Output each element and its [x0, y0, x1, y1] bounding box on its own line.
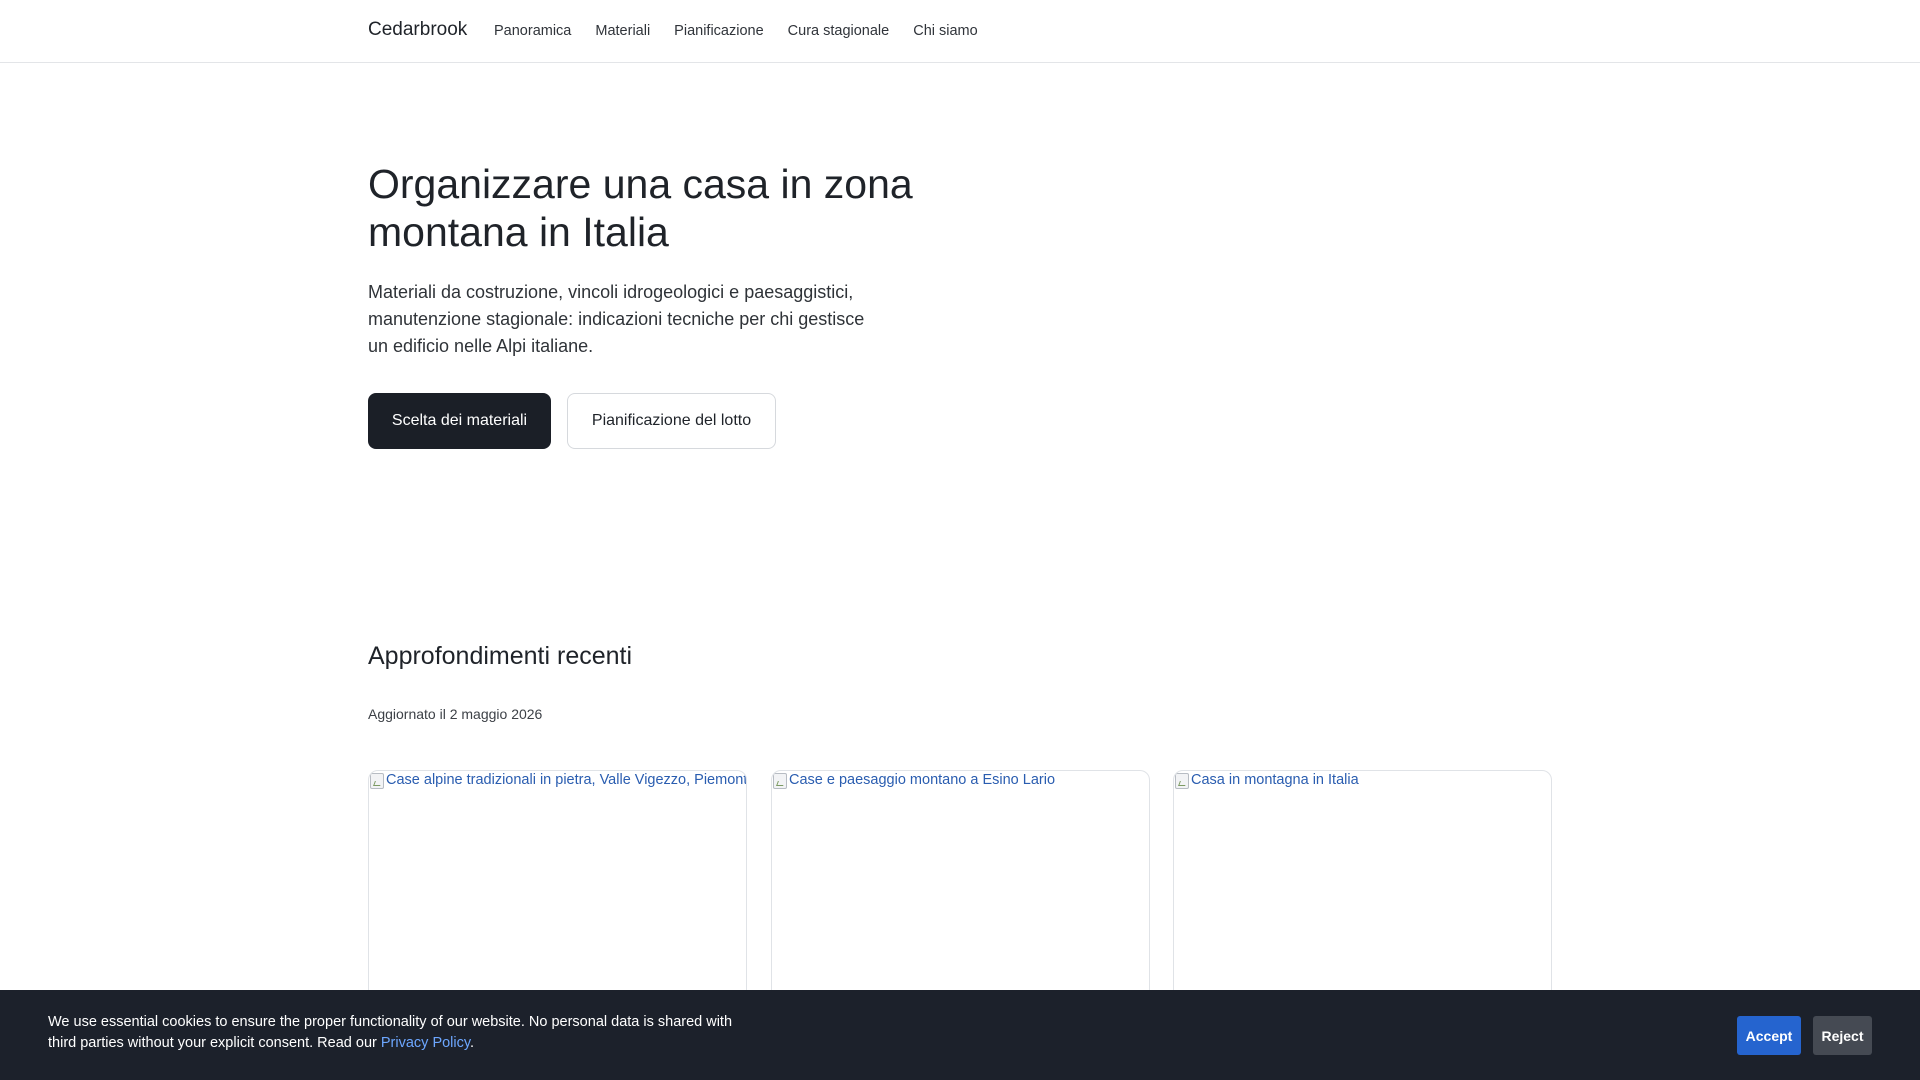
- materials-button[interactable]: Scelta dei materiali: [368, 393, 551, 449]
- nav-chi-siamo[interactable]: Chi siamo: [913, 22, 977, 40]
- page: Cedarbrook Panoramica Materiali Pianific…: [0, 0, 1920, 1080]
- privacy-policy-link[interactable]: Privacy Policy: [381, 1035, 470, 1051]
- nav-cura-stagionale[interactable]: Cura stagionale: [788, 22, 890, 40]
- card-image-link[interactable]: Case alpine tradizionali in pietra, Vall…: [369, 771, 746, 790]
- cookie-message: We use essential cookies to ensure the p…: [48, 1012, 738, 1054]
- site-header: Cedarbrook Panoramica Materiali Pianific…: [0, 0, 1920, 63]
- accept-cookies-button[interactable]: Accept: [1737, 1016, 1801, 1055]
- card-image-link[interactable]: Casa in montagna in Italia: [1174, 771, 1551, 790]
- updated-date: Aggiornato il 2 maggio 2026: [368, 706, 543, 722]
- reject-cookies-button[interactable]: Reject: [1813, 1016, 1872, 1055]
- main-nav: Panoramica Materiali Pianificazione Cura…: [494, 22, 1002, 40]
- card-image-alt: Case alpine tradizionali in pietra, Vall…: [386, 772, 747, 788]
- broken-image-icon: [773, 773, 787, 789]
- broken-image-icon: [370, 773, 384, 789]
- cookie-text-end: .: [470, 1035, 475, 1051]
- hero-title: Organizzare una casa in zona montana in …: [368, 161, 913, 255]
- lot-planning-button[interactable]: Pianificazione del lotto: [567, 393, 776, 449]
- hero-lead: Materiali da costruzione, vincoli idroge…: [368, 282, 865, 356]
- nav-pianificazione[interactable]: Pianificazione: [674, 22, 763, 40]
- brand-logo-link[interactable]: Cedarbrook: [368, 19, 467, 41]
- recent-section-title: Approfondimenti recenti: [368, 642, 633, 670]
- card-image-link[interactable]: Case e paesaggio montano a Esino Lario: [772, 771, 1149, 790]
- broken-image-icon: [1175, 773, 1189, 789]
- nav-panoramica[interactable]: Panoramica: [494, 22, 571, 40]
- card-image-alt: Case e paesaggio montano a Esino Lario: [789, 772, 1056, 788]
- card-image-alt: Casa in montagna in Italia: [1191, 772, 1359, 788]
- cookie-banner: We use essential cookies to ensure the p…: [0, 990, 1920, 1080]
- nav-materiali[interactable]: Materiali: [595, 22, 650, 40]
